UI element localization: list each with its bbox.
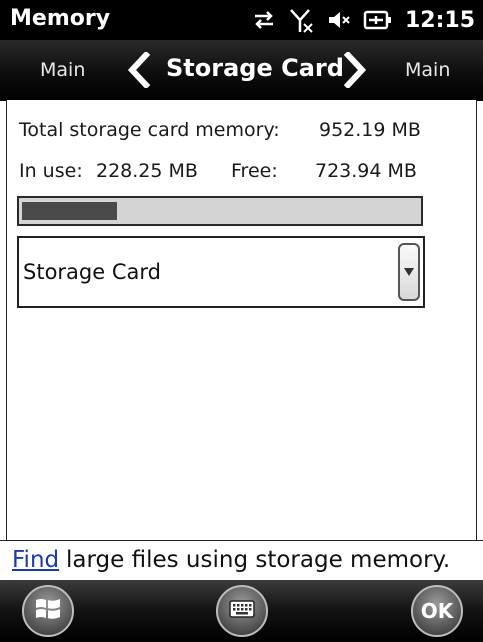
start-button[interactable]	[22, 585, 74, 637]
navigation-bar: Main Storage Card Main	[0, 40, 483, 101]
battery-charging-icon[interactable]	[363, 9, 393, 31]
dropdown-toggle-button[interactable]	[398, 243, 420, 301]
clock: 12:15	[404, 7, 475, 33]
content-area: Total storage card memory: 952.19 MB In …	[6, 100, 477, 540]
status-bar: Memory 12:15	[0, 0, 483, 40]
bottom-softkey-bar: OK	[0, 580, 483, 642]
windows-start-icon	[34, 596, 62, 626]
total-memory-label: Total storage card memory:	[19, 119, 280, 141]
nav-next-label[interactable]: Main	[405, 59, 450, 81]
no-signal-icon[interactable]	[289, 7, 315, 33]
ok-label: OK	[420, 599, 454, 623]
keyboard-icon	[229, 600, 255, 622]
total-memory-value: 952.19 MB	[319, 119, 421, 141]
status-icons: 12:15	[251, 6, 475, 34]
free-value: 723.94 MB	[315, 160, 417, 182]
chevron-right-icon[interactable]	[340, 50, 370, 92]
find-link[interactable]: Find	[12, 547, 59, 573]
chevron-left-icon[interactable]	[124, 50, 154, 92]
sync-arrows-icon[interactable]	[251, 8, 277, 32]
nav-previous-label[interactable]: Main	[40, 59, 85, 81]
ok-button[interactable]: OK	[411, 585, 463, 637]
in-use-value: 228.25 MB	[96, 160, 198, 182]
storage-select-dropdown[interactable]: Storage Card	[17, 236, 425, 308]
usage-progress-fill	[22, 202, 117, 220]
find-files-row: Find large files using storage memory.	[0, 540, 483, 581]
volume-mute-icon[interactable]	[327, 8, 351, 32]
page-title: Storage Card	[166, 54, 344, 82]
usage-progress-bar	[17, 196, 423, 226]
app-title: Memory	[10, 6, 111, 31]
find-description: large files using storage memory.	[66, 547, 451, 573]
keyboard-button[interactable]	[216, 585, 268, 637]
free-label: Free:	[231, 160, 278, 182]
dropdown-selected-value: Storage Card	[23, 260, 161, 284]
in-use-label: In use:	[19, 160, 83, 182]
